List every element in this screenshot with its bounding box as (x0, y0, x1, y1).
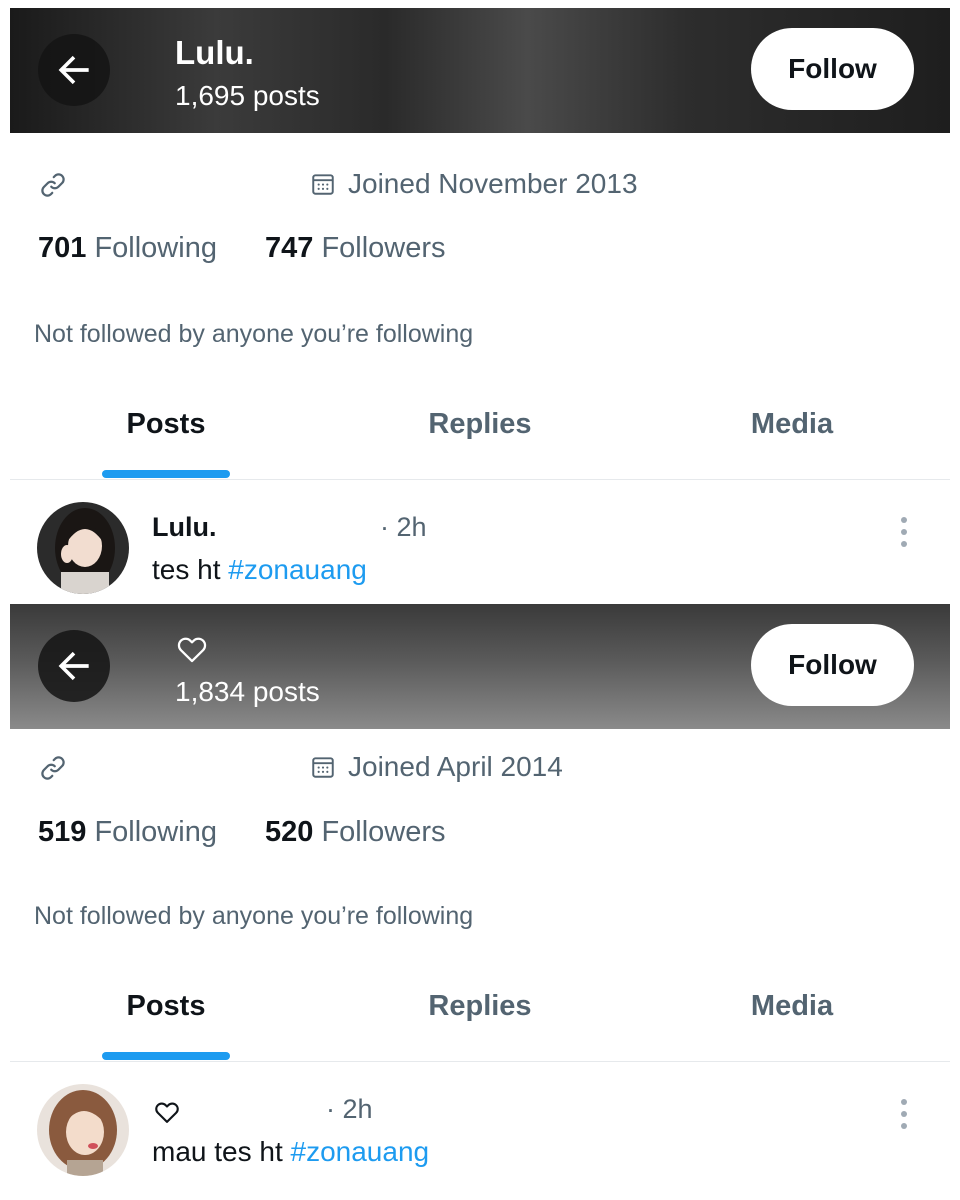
link-icon[interactable] (38, 753, 68, 783)
profile-screenshot-1: Lulu. 1,695 posts Follow Joined November… (10, 8, 950, 604)
profile-tabs: Posts Replies Media (10, 388, 950, 480)
arrow-left-icon (58, 651, 89, 681)
back-button[interactable] (38, 630, 110, 702)
post-count: 1,834 posts (175, 676, 320, 707)
profile-meta: Joined April 2014 (10, 749, 950, 789)
calendar-icon (312, 757, 334, 778)
tab-replies[interactable]: Replies (380, 408, 580, 441)
following-stat[interactable]: 701 Following (38, 232, 217, 265)
avatar[interactable] (37, 1084, 129, 1176)
follow-button[interactable]: Follow (751, 624, 914, 706)
post-count: 1,695 posts (175, 80, 320, 111)
not-followed-text: Not followed by anyone you’re following (34, 320, 474, 348)
joined-date: Joined November 2013 (348, 168, 638, 199)
hashtag-link[interactable]: #zonauang (291, 1136, 430, 1167)
more-options-icon[interactable] (896, 1096, 912, 1132)
profile-meta: Joined November 2013 (10, 166, 950, 206)
tab-media[interactable]: Media (692, 990, 892, 1023)
tab-posts[interactable]: Posts (66, 990, 266, 1023)
profile-name: Lulu. (175, 34, 254, 71)
post-text: tes ht #zonauang (152, 554, 367, 585)
following-stat[interactable]: 519 Following (38, 816, 217, 849)
followers-stat[interactable]: 747 Followers (265, 232, 446, 265)
avatar[interactable] (37, 502, 129, 594)
joined-date: Joined April 2014 (348, 751, 563, 782)
tab-posts[interactable]: Posts (66, 408, 266, 441)
active-tab-indicator (102, 1052, 230, 1060)
tab-replies[interactable]: Replies (380, 990, 580, 1023)
profile-header: 1,834 posts Follow (10, 604, 950, 729)
more-options-icon[interactable] (896, 514, 912, 550)
follow-button[interactable]: Follow (751, 28, 914, 110)
hashtag-link[interactable]: #zonauang (228, 554, 367, 585)
post-time[interactable]: · 2h (326, 1094, 373, 1125)
tab-media[interactable]: Media (692, 408, 892, 441)
link-icon[interactable] (38, 170, 68, 200)
profile-screenshot-2: 1,834 posts Follow Joined April 2014 519… (10, 604, 950, 1196)
heart-outline-icon (177, 637, 207, 663)
post-time[interactable]: · 2h (380, 512, 427, 543)
followers-stat[interactable]: 520 Followers (265, 816, 446, 849)
heart-outline-icon (155, 1102, 179, 1123)
active-tab-indicator (102, 470, 230, 478)
calendar-icon (312, 174, 334, 195)
post-author[interactable]: Lulu. (152, 512, 216, 543)
not-followed-text: Not followed by anyone you’re following (34, 902, 474, 930)
post-text: mau tes ht #zonauang (152, 1136, 430, 1167)
profile-header: Lulu. 1,695 posts Follow (10, 8, 950, 133)
back-button[interactable] (38, 34, 110, 106)
profile-tabs: Posts Replies Media (10, 970, 950, 1062)
post-item[interactable]: · 2h mau tes ht #zonauang (10, 1070, 950, 1190)
arrow-left-icon (58, 55, 89, 85)
post-item[interactable]: Lulu. · 2h tes ht #zonauang (10, 488, 950, 604)
